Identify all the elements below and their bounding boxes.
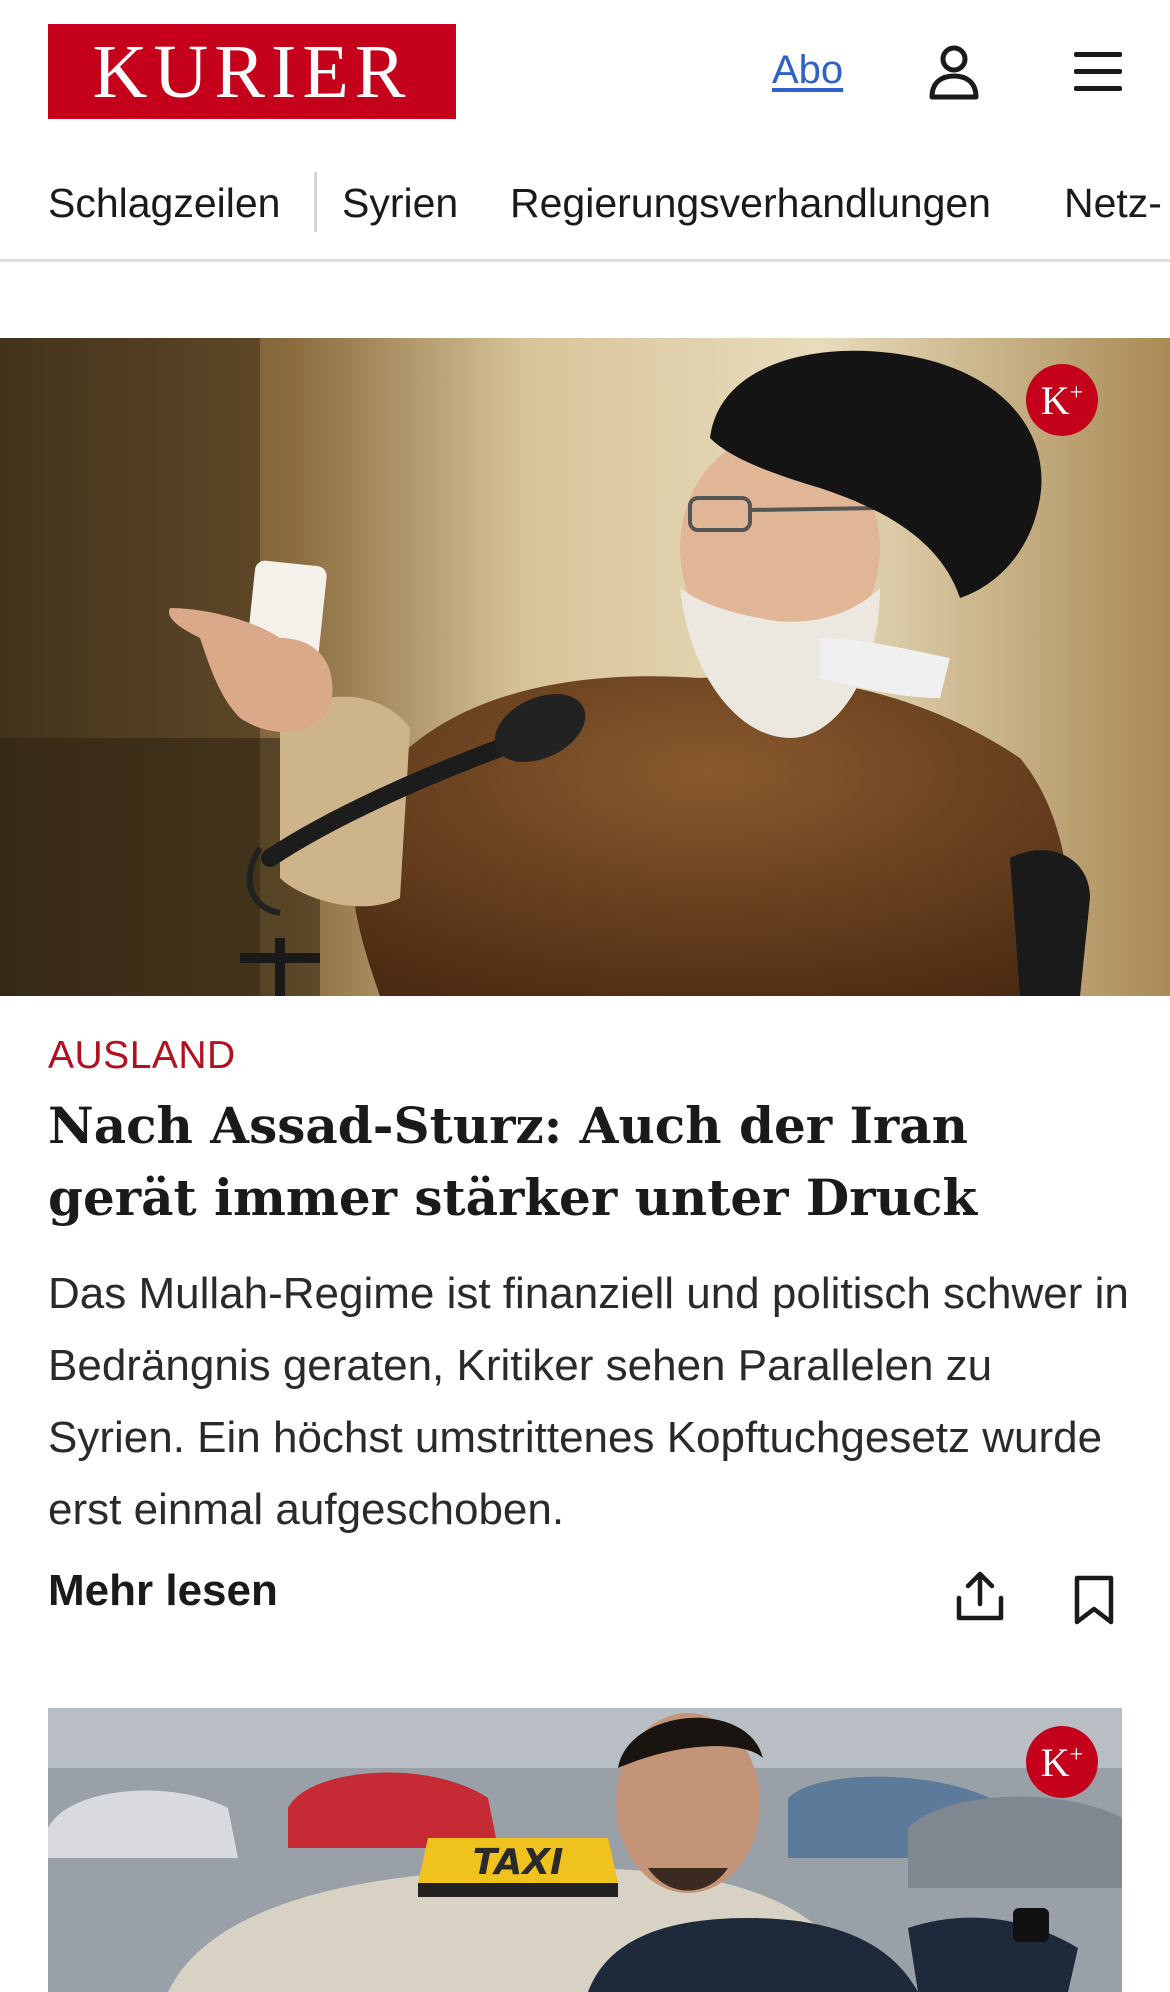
hero-photo — [0, 338, 1170, 996]
abo-link[interactable]: Abo — [772, 48, 843, 93]
article2-image[interactable]: TAXI K + — [48, 1708, 1122, 1992]
nav-item-netz[interactable]: Netz- — [1064, 180, 1162, 227]
article-category[interactable]: AUSLAND — [48, 1034, 236, 1078]
share-icon[interactable] — [955, 1570, 1005, 1622]
article-teaser: Das Mullah-Regime ist finanziell und pol… — [48, 1269, 1129, 1534]
nav-divider — [314, 172, 317, 232]
read-more-link[interactable]: Mehr lesen — [48, 1566, 278, 1616]
premium-badge-icon: K + — [1026, 1726, 1098, 1798]
article2-photo: TAXI — [48, 1708, 1122, 1992]
site-header: KURIER Abo — [0, 0, 1170, 145]
user-icon[interactable] — [928, 44, 980, 100]
nav-item-syrien[interactable]: Syrien — [342, 180, 458, 227]
bookmark-icon[interactable] — [1072, 1575, 1116, 1625]
kurier-logo[interactable]: KURIER — [48, 24, 456, 119]
topic-navigation: Schlagzeilen Syrien Regierungsverhandlun… — [0, 160, 1170, 262]
hamburger-menu-icon[interactable] — [1072, 50, 1124, 94]
taxi-sign-text: TAXI — [473, 1842, 564, 1883]
nav-item-schlagzeilen[interactable]: Schlagzeilen — [48, 180, 281, 227]
article-hero-image[interactable]: K + — [0, 338, 1170, 996]
premium-badge-icon: K + — [1026, 364, 1098, 436]
nav-item-regierungsverhandlungen[interactable]: Regierungsverhandlungen — [510, 180, 991, 227]
article-headline[interactable]: Nach Assad-Sturz: Auch der Iran gerät im… — [48, 1090, 1128, 1234]
